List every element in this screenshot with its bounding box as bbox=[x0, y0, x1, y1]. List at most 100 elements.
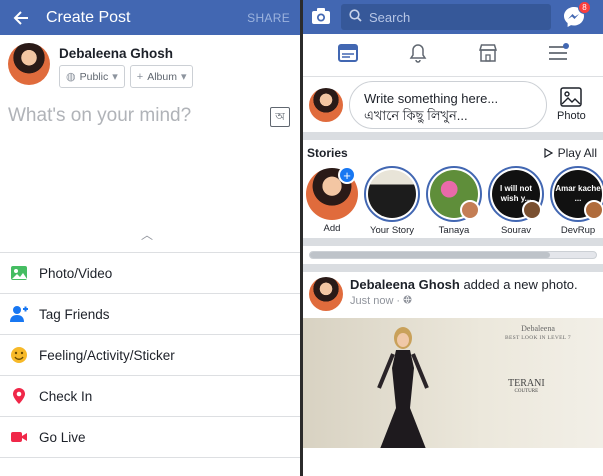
avatar bbox=[309, 87, 343, 122]
language-toggle-icon[interactable]: অ bbox=[270, 107, 290, 127]
post-headline: Debaleena Ghosh added a new photo. bbox=[350, 277, 578, 292]
action-feeling[interactable]: Feeling/Activity/Sticker bbox=[0, 335, 300, 376]
marketplace-icon bbox=[478, 43, 498, 67]
photo-caption: Debaleena BEST LOOK IN LEVEL 7 bbox=[493, 324, 583, 341]
privacy-selector[interactable]: ◍ Public ▾ bbox=[59, 65, 125, 88]
globe-icon bbox=[403, 295, 412, 307]
avatar bbox=[8, 43, 50, 85]
add-story-icon: + bbox=[338, 166, 356, 184]
play-icon bbox=[544, 148, 553, 158]
news-feed-icon bbox=[338, 43, 358, 67]
status-composer: Write something here... এখানে কিছু লিখুন… bbox=[303, 77, 603, 140]
create-post-header: Create Post SHARE bbox=[0, 0, 300, 35]
action-label: Tag Friends bbox=[39, 306, 110, 322]
story-item[interactable]: Your Story bbox=[364, 166, 420, 238]
search-icon bbox=[349, 9, 362, 25]
page-title: Create Post bbox=[46, 8, 131, 26]
tag-friends-icon bbox=[9, 304, 29, 324]
action-label: Go Live bbox=[39, 429, 86, 445]
album-selector[interactable]: + Album ▾ bbox=[129, 65, 194, 88]
bell-icon bbox=[409, 43, 427, 68]
camera-icon[interactable] bbox=[311, 7, 331, 27]
post-header: Debaleena Ghosh added a new photo. Just … bbox=[303, 272, 603, 318]
brand-sub: COUTURE bbox=[514, 389, 539, 394]
story-label: Sourav bbox=[500, 225, 532, 236]
stories-scrollbar[interactable] bbox=[303, 238, 603, 272]
album-label: Album bbox=[147, 70, 177, 83]
story-label: Add bbox=[323, 223, 341, 234]
back-arrow-icon[interactable] bbox=[10, 7, 32, 29]
avatar bbox=[584, 200, 603, 220]
check-in-icon bbox=[9, 386, 29, 406]
story-item[interactable]: Amar kache ... DevRup bbox=[550, 166, 603, 238]
action-label: Check In bbox=[39, 388, 93, 404]
go-live-icon bbox=[9, 427, 29, 447]
brand-name: TERANI bbox=[508, 378, 545, 389]
search-placeholder: Search bbox=[369, 9, 411, 25]
create-post-panel: Create Post SHARE Debaleena Ghosh ◍ Publ… bbox=[0, 0, 300, 476]
messenger-icon[interactable]: 8 bbox=[563, 1, 591, 28]
dot-separator: · bbox=[396, 295, 401, 307]
scroll-track[interactable] bbox=[309, 251, 597, 259]
post-time-text: Just now bbox=[350, 295, 394, 307]
notification-dot bbox=[563, 42, 569, 49]
chevron-up-icon[interactable]: ︿ bbox=[141, 226, 153, 243]
action-photo-video[interactable]: Photo/Video bbox=[0, 253, 300, 294]
nav-tabs bbox=[303, 34, 603, 77]
action-tag-friends[interactable]: Tag Friends bbox=[0, 294, 300, 335]
post-author: Debaleena Ghosh ◍ Public ▾ + Album ▾ bbox=[0, 35, 300, 97]
status-placeholder-en: Write something here... bbox=[364, 90, 499, 106]
avatar bbox=[522, 200, 542, 220]
story-label: DevRup bbox=[560, 225, 596, 236]
tab-marketplace[interactable] bbox=[468, 34, 508, 77]
tab-notifications[interactable] bbox=[398, 34, 438, 77]
scroll-thumb[interactable] bbox=[310, 252, 551, 258]
status-placeholder-bn: এখানে কিছু লিখুন... bbox=[364, 107, 468, 123]
post-actions-list: Photo/Video Tag Friends Feeling/Activity… bbox=[0, 252, 300, 458]
notification-badge: 8 bbox=[578, 1, 591, 14]
story-label: Tanaya bbox=[438, 225, 470, 236]
feeling-icon bbox=[9, 345, 29, 365]
post-author-name[interactable]: Debaleena Ghosh bbox=[350, 277, 460, 292]
post-photo[interactable]: Debaleena BEST LOOK IN LEVEL 7 TERANI CO… bbox=[303, 318, 603, 448]
caption-name: Debaleena bbox=[521, 324, 555, 333]
stories-title: Stories bbox=[307, 146, 348, 160]
story-label: Your Story bbox=[369, 225, 414, 236]
action-go-live[interactable]: Go Live bbox=[0, 417, 300, 458]
author-name: Debaleena Ghosh bbox=[59, 46, 174, 61]
post-timestamp: Just now · bbox=[350, 295, 578, 307]
feed-header: Search 8 bbox=[303, 0, 603, 34]
tab-menu[interactable] bbox=[538, 34, 578, 77]
avatar[interactable] bbox=[309, 277, 343, 311]
privacy-label: Public bbox=[79, 70, 109, 83]
avatar bbox=[460, 200, 480, 220]
story-add[interactable]: + Add bbox=[306, 166, 358, 238]
photo-icon bbox=[560, 87, 583, 110]
post-action-text: added a new photo. bbox=[463, 277, 578, 292]
action-label: Photo/Video bbox=[39, 265, 113, 281]
share-button[interactable]: SHARE bbox=[247, 11, 290, 25]
story-item[interactable]: Tanaya bbox=[426, 166, 482, 238]
feed-post: Debaleena Ghosh added a new photo. Just … bbox=[303, 272, 603, 448]
brand-mark: TERANI COUTURE bbox=[508, 378, 545, 394]
post-compose-area[interactable]: What's on your mind? অ ︿ bbox=[0, 97, 300, 252]
story-thumbnail bbox=[368, 170, 416, 218]
globe-icon: ◍ bbox=[66, 71, 76, 83]
search-input[interactable]: Search bbox=[341, 4, 551, 30]
news-feed-panel: Search 8 Write something here... এখানে ক… bbox=[303, 0, 603, 476]
caret-down-icon: ▾ bbox=[112, 71, 118, 83]
post-text-input[interactable]: What's on your mind? bbox=[8, 105, 191, 127]
stories-section: Stories Play All + Add Your Story Tanaya bbox=[303, 140, 603, 238]
tab-news-feed[interactable] bbox=[328, 34, 368, 77]
status-input[interactable]: Write something here... এখানে কিছু লিখুন… bbox=[349, 80, 547, 129]
plus-icon: + bbox=[136, 70, 144, 83]
action-check-in[interactable]: Check In bbox=[0, 376, 300, 417]
action-label: Feeling/Activity/Sticker bbox=[39, 347, 175, 363]
caption-sub: BEST LOOK IN LEVEL 7 bbox=[505, 335, 571, 341]
photo-label: Photo bbox=[557, 110, 586, 122]
fashion-figure-illustration bbox=[377, 327, 429, 448]
story-item[interactable]: I will not wish y... Sourav bbox=[488, 166, 544, 238]
photo-button[interactable]: Photo bbox=[557, 87, 586, 122]
play-all-button[interactable]: Play All bbox=[544, 146, 597, 160]
play-all-label: Play All bbox=[557, 146, 597, 160]
